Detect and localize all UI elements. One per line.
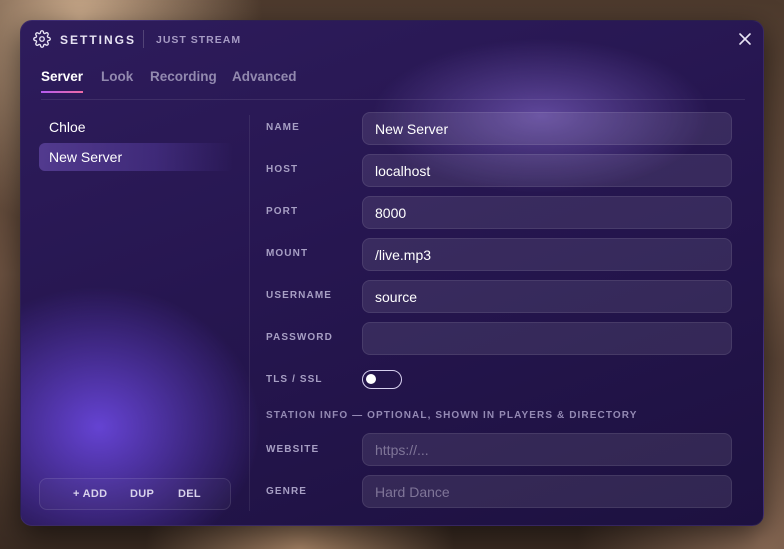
gear-icon bbox=[33, 30, 51, 48]
delete-server-button[interactable]: DEL bbox=[178, 488, 201, 500]
host-label: HOST bbox=[266, 164, 299, 175]
tab-advanced[interactable]: Advanced bbox=[232, 69, 297, 93]
title-divider bbox=[143, 30, 144, 48]
tls-ssl-toggle[interactable] bbox=[362, 370, 402, 389]
name-field[interactable] bbox=[362, 112, 732, 145]
password-label: PASSWORD bbox=[266, 332, 333, 343]
website-field[interactable] bbox=[362, 433, 732, 466]
password-field[interactable] bbox=[362, 322, 732, 355]
username-label: USERNAME bbox=[266, 290, 333, 301]
settings-window: SETTINGS JUST STREAM Server Look Recordi… bbox=[20, 20, 764, 526]
add-server-button[interactable]: + ADD bbox=[73, 488, 107, 500]
genre-field[interactable] bbox=[362, 475, 732, 508]
port-label: PORT bbox=[266, 206, 299, 217]
mount-label: MOUNT bbox=[266, 248, 309, 259]
tab-look[interactable]: Look bbox=[101, 69, 133, 93]
genre-label: GENRE bbox=[266, 486, 308, 497]
tab-recording[interactable]: Recording bbox=[150, 69, 217, 93]
host-field[interactable] bbox=[362, 154, 732, 187]
toggle-knob bbox=[366, 374, 376, 384]
server-actions-bar: + ADD DUP DEL bbox=[39, 478, 231, 510]
server-list: Chloe New Server + ADD DUP DEL bbox=[39, 113, 235, 513]
website-label: WEBSITE bbox=[266, 444, 320, 455]
username-field[interactable] bbox=[362, 280, 732, 313]
tab-server-label: Server bbox=[41, 69, 84, 84]
server-item-new-server[interactable]: New Server bbox=[39, 143, 233, 171]
title-bar: SETTINGS JUST STREAM bbox=[21, 21, 763, 57]
window-subtitle: JUST STREAM bbox=[156, 34, 242, 46]
server-item-chloe[interactable]: Chloe bbox=[39, 113, 233, 141]
window-title: SETTINGS bbox=[60, 33, 137, 47]
tab-bar: Server Look Recording Advanced bbox=[41, 69, 745, 100]
active-tab-indicator bbox=[41, 91, 84, 93]
tab-server[interactable]: Server bbox=[41, 69, 84, 93]
name-label: NAME bbox=[266, 122, 300, 133]
duplicate-server-button[interactable]: DUP bbox=[130, 488, 154, 500]
station-info-heading: STATION INFO — OPTIONAL, SHOWN IN PLAYER… bbox=[266, 410, 638, 421]
mount-field[interactable] bbox=[362, 238, 732, 271]
close-icon[interactable] bbox=[737, 31, 753, 47]
port-field[interactable] bbox=[362, 196, 732, 229]
sidebar-divider bbox=[249, 115, 250, 511]
tls-ssl-label: TLS / SSL bbox=[266, 374, 323, 385]
